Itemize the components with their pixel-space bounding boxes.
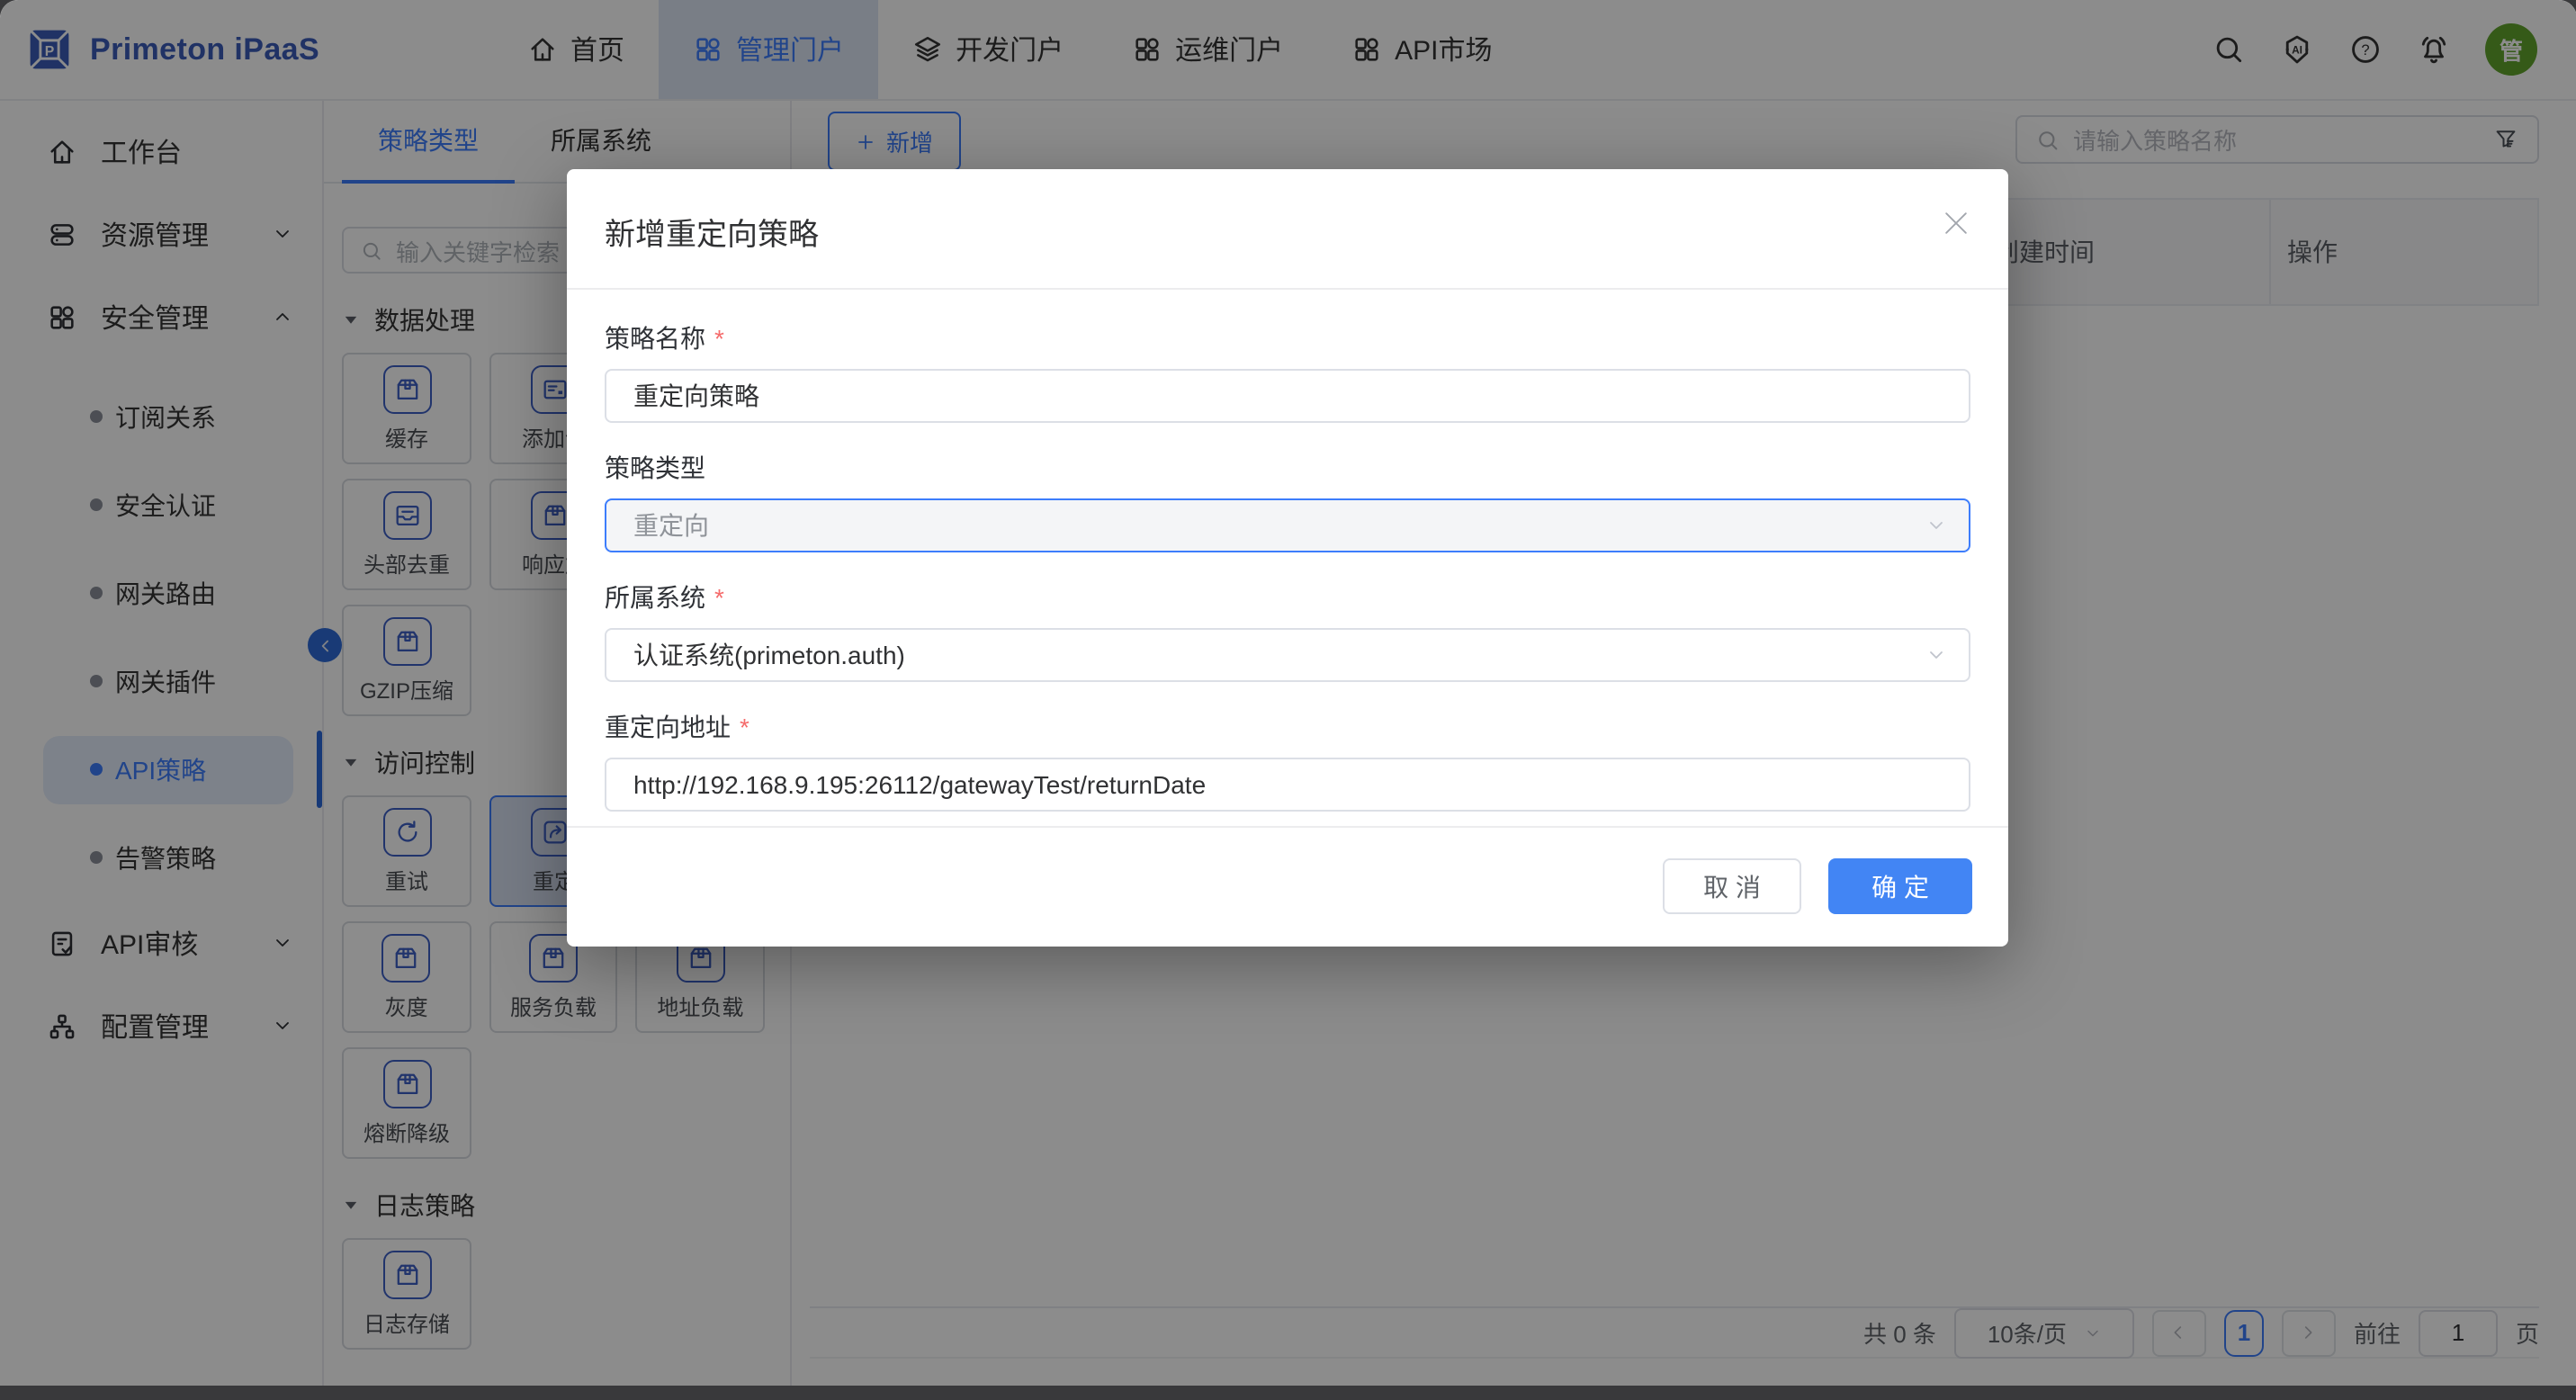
confirm-button[interactable]: 确 定 — [1828, 858, 1972, 914]
field-policy-type: 策略类型 重定向 — [605, 450, 1970, 552]
dialog-add-redirect-policy: 新增重定向策略 策略名称* 重定向策略 策略类型 — [567, 169, 2008, 947]
policy-name-value: 重定向策略 — [633, 378, 759, 414]
chevron-down-icon — [1925, 515, 1947, 536]
required-marker: * — [714, 583, 724, 612]
redirect-address-value: http://192.168.9.195:26112/gatewayTest/r… — [633, 770, 1206, 799]
chevron-down-icon — [1925, 644, 1947, 666]
owner-system-value: 认证系统(primeton.auth) — [633, 637, 905, 673]
policy-name-input[interactable]: 重定向策略 — [605, 369, 1970, 423]
policy-type-label: 策略类型 — [605, 450, 1970, 486]
page-stage: P Primeton iPaaS 首页管理门户开发门户运维门户API市场 AI?… — [0, 0, 2576, 1400]
dialog-footer: 取 消 确 定 — [567, 826, 2008, 947]
owner-system-label: 所属系统* — [605, 579, 1970, 615]
dialog-title: 新增重定向策略 — [605, 209, 819, 254]
redirect-address-label: 重定向地址* — [605, 709, 1970, 745]
field-redirect-address: 重定向地址* http://192.168.9.195:26112/gatewa… — [605, 709, 1970, 812]
required-marker: * — [740, 713, 749, 741]
field-owner-system: 所属系统* 认证系统(primeton.auth) — [605, 579, 1970, 682]
field-policy-name: 策略名称* 重定向策略 — [605, 320, 1970, 423]
required-marker: * — [714, 324, 724, 353]
policy-type-select[interactable]: 重定向 — [605, 498, 1970, 552]
dialog-header-divider — [567, 288, 2008, 290]
app-window: P Primeton iPaaS 首页管理门户开发门户运维门户API市场 AI?… — [0, 0, 2576, 1386]
cancel-button[interactable]: 取 消 — [1663, 858, 1801, 914]
redirect-address-input[interactable]: http://192.168.9.195:26112/gatewayTest/r… — [605, 758, 1970, 812]
policy-name-label: 策略名称* — [605, 320, 1970, 356]
owner-system-select[interactable]: 认证系统(primeton.auth) — [605, 628, 1970, 682]
close-icon[interactable] — [1938, 205, 1974, 241]
policy-type-value: 重定向 — [633, 507, 709, 543]
